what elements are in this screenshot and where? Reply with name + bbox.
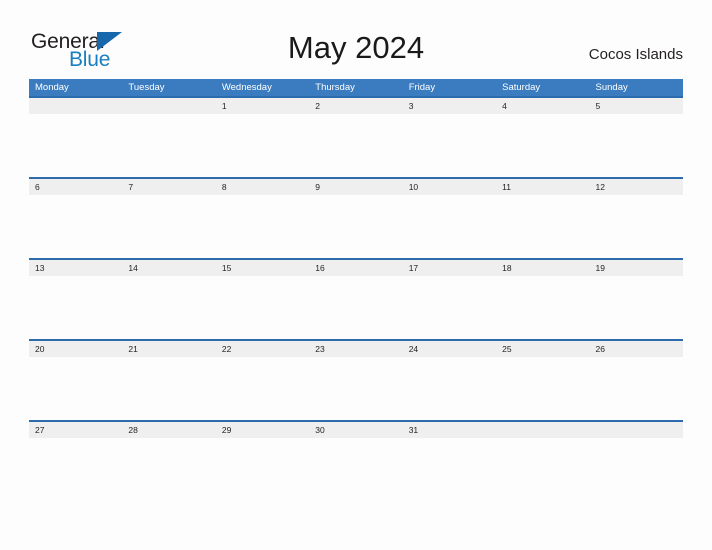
day-cell[interactable]: 21 [122,341,215,357]
weekday-header-row: Monday Tuesday Wednesday Thursday Friday… [29,79,683,96]
location-label: Cocos Islands [588,46,683,63]
weekday-header-wednesday: Wednesday [221,82,272,93]
day-cell[interactable]: 19 [590,260,683,276]
day-cell[interactable]: 24 [403,341,496,357]
day-cell[interactable]: 3 [403,98,496,114]
day-cell[interactable]: 15 [216,260,309,276]
day-cell[interactable]: 30 [309,422,402,438]
day-cell[interactable]: 5 [590,98,683,114]
day-cell[interactable]: 9 [309,179,402,195]
day-cell[interactable]: 13 [29,260,122,276]
page-header: General Blue May 2024 Cocos Islands [0,0,712,80]
week-date-band: 20 21 22 23 24 25 26 [29,339,683,357]
day-cell[interactable]: 29 [216,422,309,438]
day-cell[interactable]: 23 [309,341,402,357]
day-cell[interactable] [590,422,683,438]
weekday-header-sunday: Sunday [595,82,628,93]
day-cell[interactable]: 22 [216,341,309,357]
day-cell[interactable] [29,98,122,114]
day-cell[interactable]: 25 [496,341,589,357]
day-cell[interactable]: 26 [590,341,683,357]
calendar-week-row: 6 7 8 9 10 11 12 [29,177,683,258]
day-cell[interactable]: 7 [122,179,215,195]
calendar-week-row: 13 14 15 16 17 18 19 [29,258,683,339]
day-cell[interactable]: 17 [403,260,496,276]
week-date-band: 1 2 3 4 5 [29,96,683,114]
day-cell[interactable]: 16 [309,260,402,276]
day-cell[interactable]: 18 [496,260,589,276]
calendar-week-row: 27 28 29 30 31 [29,420,683,501]
day-cell[interactable]: 6 [29,179,122,195]
week-date-band: 27 28 29 30 31 [29,420,683,438]
day-cell[interactable]: 2 [309,98,402,114]
day-cell[interactable]: 12 [590,179,683,195]
day-cell[interactable]: 28 [122,422,215,438]
day-cell[interactable]: 8 [216,179,309,195]
weekday-header-friday: Friday [408,82,436,93]
weekday-header-monday: Monday [35,82,69,93]
calendar-week-row: 20 21 22 23 24 25 26 [29,339,683,420]
calendar-week-row: 1 2 3 4 5 [29,96,683,177]
day-cell[interactable]: 11 [496,179,589,195]
weekday-header-tuesday: Tuesday [128,82,165,93]
day-cell[interactable]: 27 [29,422,122,438]
day-cell[interactable] [496,422,589,438]
day-cell[interactable]: 20 [29,341,122,357]
day-cell[interactable]: 31 [403,422,496,438]
day-cell[interactable]: 10 [403,179,496,195]
week-date-band: 6 7 8 9 10 11 12 [29,177,683,195]
weekday-header-saturday: Saturday [502,82,541,93]
day-cell[interactable]: 4 [496,98,589,114]
week-date-band: 13 14 15 16 17 18 19 [29,258,683,276]
weekday-header-thursday: Thursday [315,82,355,93]
day-cell[interactable]: 1 [216,98,309,114]
day-cell[interactable] [122,98,215,114]
day-cell[interactable]: 14 [122,260,215,276]
calendar-grid: Monday Tuesday Wednesday Thursday Friday… [29,79,683,501]
